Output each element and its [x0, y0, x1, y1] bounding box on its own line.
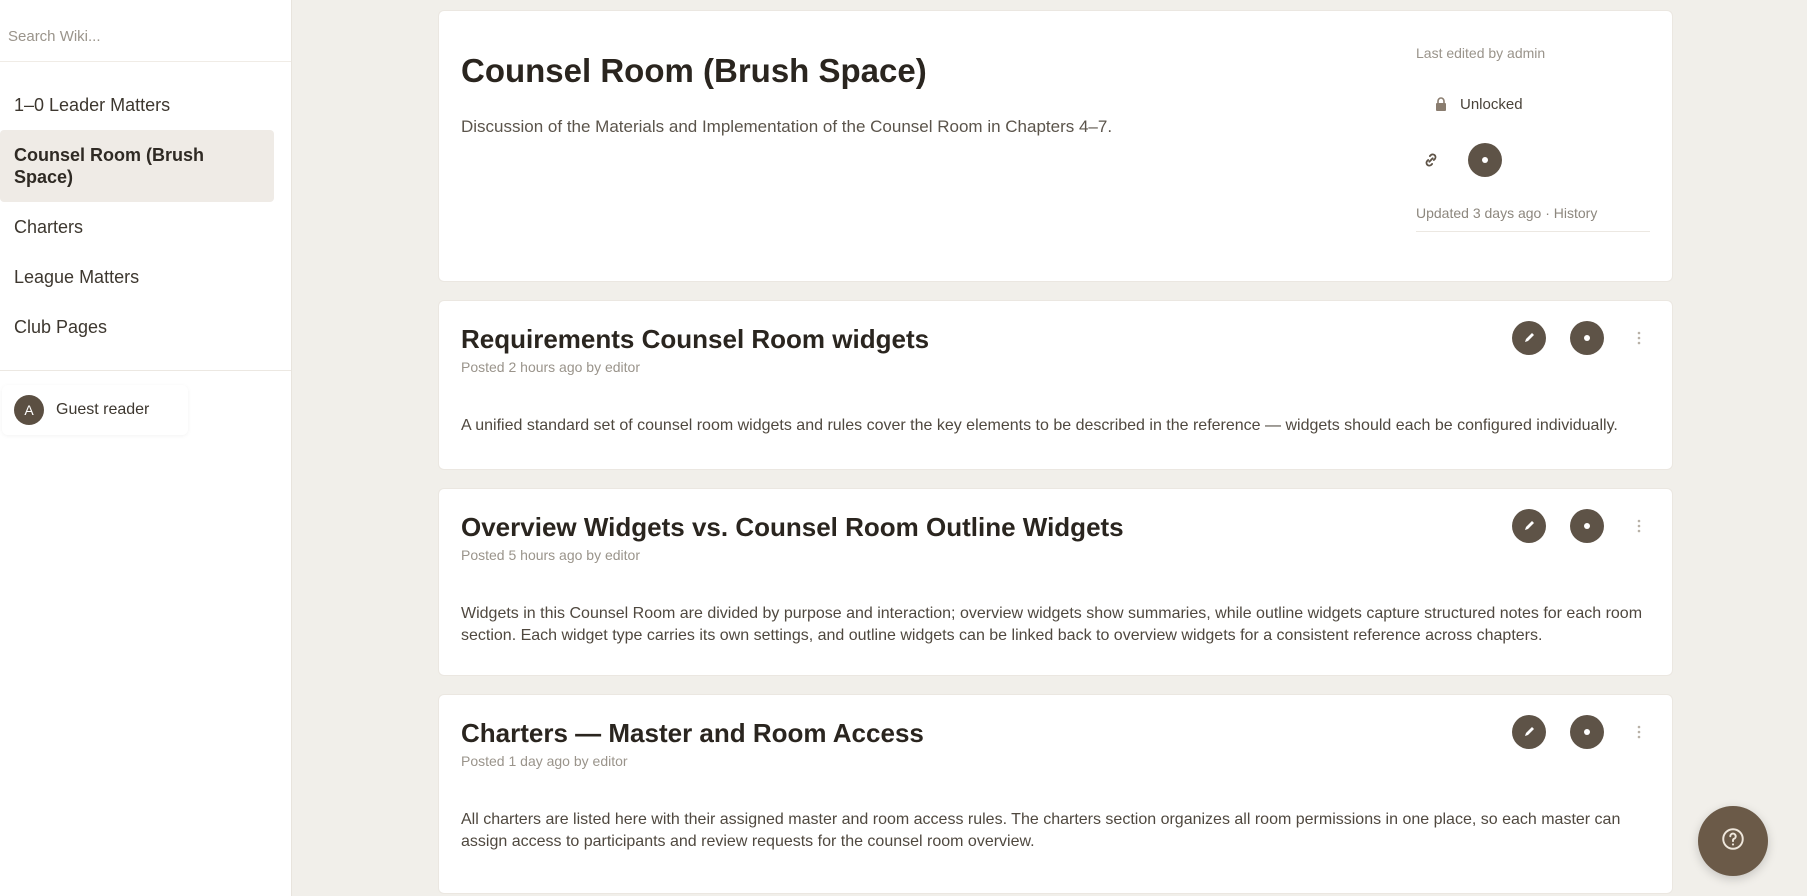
page-actions [1420, 143, 1650, 177]
section-body: All charters are listed here with their … [461, 811, 1621, 850]
section-actions [1512, 715, 1650, 749]
last-edited-text: Last edited by admin [1416, 45, 1546, 61]
settings-icon[interactable] [1468, 143, 1502, 177]
more-icon[interactable] [1628, 327, 1650, 349]
main-content: Counsel Room (Brush Space) Discussion of… [438, 10, 1673, 896]
page-history-link[interactable]: Updated 3 days ago · History [1416, 205, 1650, 232]
sidebar-item-charters[interactable]: Charters [0, 202, 274, 252]
section-header: Overview Widgets vs. Counsel Room Outlin… [461, 509, 1650, 563]
sidebar-nav: 1–0 Leader Matters Counsel Room (Brush S… [0, 62, 291, 352]
sidebar-divider [0, 370, 291, 371]
sidebar-item-leader-matters[interactable]: 1–0 Leader Matters [0, 80, 274, 130]
sidebar-item-league-matters[interactable]: League Matters [0, 252, 274, 302]
sidebar-search-input[interactable]: Search Wiki... [0, 0, 291, 62]
help-icon [1720, 826, 1746, 857]
section-header: Requirements Counsel Room widgets Posted… [461, 321, 1650, 375]
link-icon[interactable] [1420, 149, 1442, 171]
section-card: Charters — Master and Room Access Posted… [438, 694, 1673, 894]
section-meta: Posted 2 hours ago by editor [461, 359, 641, 375]
edit-icon[interactable] [1512, 509, 1546, 543]
sidebar-item-club-pages[interactable]: Club Pages [0, 302, 274, 352]
sidebar: Search Wiki... 1–0 Leader Matters Counse… [0, 0, 292, 896]
lock-toggle[interactable]: Unlocked [1430, 93, 1650, 115]
section-body: Widgets in this Counsel Room are divided… [461, 605, 1643, 644]
user-menu-button[interactable]: A Guest reader [2, 385, 188, 435]
page-info-panel: Last edited by admin Unlocked Updated 3 … [1410, 45, 1650, 232]
section-header: Charters — Master and Room Access Posted… [461, 715, 1650, 769]
page-header-card: Counsel Room (Brush Space) Discussion of… [438, 10, 1673, 282]
section-meta: Posted 5 hours ago by editor [461, 547, 641, 563]
section-meta: Posted 1 day ago by editor [461, 753, 628, 769]
lock-status-label: Unlocked [1460, 95, 1523, 113]
section-title: Requirements Counsel Room widgets [461, 324, 930, 354]
section-card: Overview Widgets vs. Counsel Room Outlin… [438, 488, 1673, 676]
user-name: Guest reader [56, 401, 150, 418]
help-button[interactable] [1698, 806, 1768, 876]
sidebar-item-counsel-room[interactable]: Counsel Room (Brush Space) [0, 130, 274, 202]
section-title: Overview Widgets vs. Counsel Room Outlin… [461, 512, 1124, 542]
section-title: Charters — Master and Room Access [461, 718, 924, 748]
app-root: Search Wiki... 1–0 Leader Matters Counse… [0, 0, 1807, 896]
section-body: A unified standard set of counsel room w… [461, 417, 1618, 434]
lock-icon [1430, 93, 1452, 115]
avatar: A [14, 395, 44, 425]
section-actions [1512, 321, 1650, 355]
more-icon[interactable] [1628, 515, 1650, 537]
more-icon[interactable] [1628, 721, 1650, 743]
settings-icon[interactable] [1570, 715, 1604, 749]
settings-icon[interactable] [1570, 321, 1604, 355]
edit-icon[interactable] [1512, 321, 1546, 355]
section-actions [1512, 509, 1650, 543]
edit-icon[interactable] [1512, 715, 1546, 749]
settings-icon[interactable] [1570, 509, 1604, 543]
section-card: Requirements Counsel Room widgets Posted… [438, 300, 1673, 470]
